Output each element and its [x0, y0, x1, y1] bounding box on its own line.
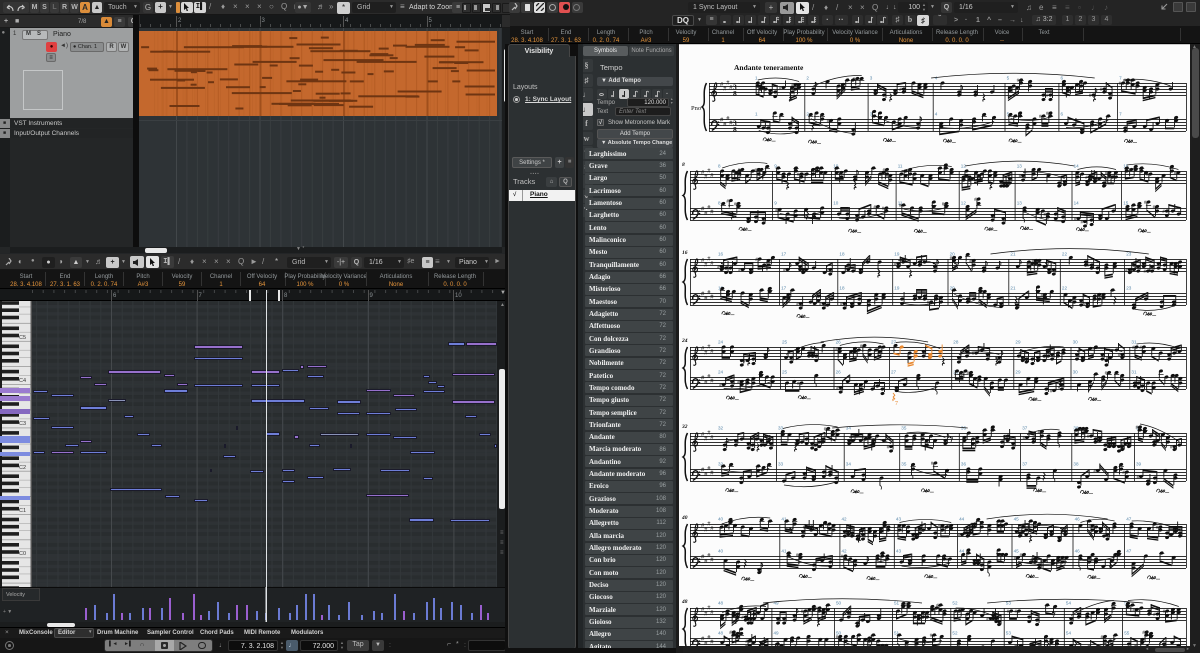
svg-text:32: 32 — [718, 426, 724, 431]
svg-text:35: 35 — [901, 426, 907, 431]
svg-text:25: 25 — [782, 370, 788, 375]
svg-text:46: 46 — [1075, 517, 1081, 522]
svg-text:8: 8 — [682, 162, 685, 168]
svg-text:53: 53 — [1006, 631, 1012, 636]
svg-text:21: 21 — [1010, 252, 1016, 257]
svg-text:52: 52 — [952, 631, 958, 636]
svg-text:39: 39 — [1136, 462, 1142, 467]
svg-text:28: 28 — [953, 340, 959, 345]
svg-text:55: 55 — [1124, 631, 1130, 636]
svg-text:8: 8 — [733, 89, 737, 98]
svg-text:21: 21 — [1010, 286, 1016, 291]
svg-text:43: 43 — [896, 549, 902, 554]
svg-text:17: 17 — [781, 286, 787, 291]
svg-text:16: 16 — [718, 252, 724, 257]
svg-text:35: 35 — [901, 462, 907, 467]
svg-text:30: 30 — [1073, 370, 1079, 375]
svg-text:34: 34 — [846, 462, 852, 467]
svg-text:43: 43 — [896, 517, 902, 522]
svg-text:26: 26 — [836, 340, 842, 345]
svg-text:19: 19 — [894, 286, 900, 291]
svg-text:7: 7 — [1119, 76, 1122, 81]
svg-text:44: 44 — [959, 549, 965, 554]
svg-text:2: 2 — [806, 76, 809, 81]
svg-text:29: 29 — [1015, 340, 1021, 345]
svg-text:37: 37 — [1022, 426, 1028, 431]
svg-text:27: 27 — [891, 340, 897, 345]
svg-text:47: 47 — [1126, 517, 1132, 522]
svg-text:42: 42 — [842, 517, 848, 522]
svg-text:48: 48 — [681, 599, 688, 605]
svg-text:37: 37 — [1022, 462, 1028, 467]
svg-text:51: 51 — [894, 601, 900, 606]
svg-text:54: 54 — [1066, 601, 1072, 606]
svg-text:29: 29 — [1015, 370, 1021, 375]
svg-text:45: 45 — [1014, 517, 1020, 522]
svg-text:46: 46 — [1075, 549, 1081, 554]
svg-text:44: 44 — [959, 517, 965, 522]
svg-text:7: 7 — [895, 401, 898, 407]
svg-text:41: 41 — [781, 549, 787, 554]
svg-text:50: 50 — [836, 601, 842, 606]
svg-text:48: 48 — [718, 631, 724, 636]
svg-text:33: 33 — [778, 426, 784, 431]
svg-text:8: 8 — [733, 125, 737, 134]
svg-text:6: 6 — [1061, 112, 1064, 117]
svg-text:3: 3 — [870, 76, 873, 81]
svg-text:52: 52 — [952, 601, 958, 606]
svg-text:54: 54 — [1066, 631, 1072, 636]
svg-text:48: 48 — [718, 601, 724, 606]
svg-text:31: 31 — [1131, 370, 1137, 375]
svg-text:26: 26 — [836, 370, 842, 375]
svg-text:6: 6 — [1061, 76, 1064, 81]
svg-text:5: 5 — [1007, 76, 1010, 81]
svg-text:8: 8 — [718, 164, 721, 169]
svg-text:14: 14 — [1074, 201, 1080, 206]
svg-text:24: 24 — [718, 370, 724, 375]
svg-text:Andante teneramente: Andante teneramente — [734, 63, 804, 72]
svg-text:30: 30 — [1073, 340, 1079, 345]
svg-text:13: 13 — [1017, 201, 1023, 206]
svg-text:10: 10 — [833, 201, 839, 206]
svg-text:42: 42 — [842, 549, 848, 554]
svg-text:45: 45 — [1014, 549, 1020, 554]
svg-text:47: 47 — [1126, 549, 1132, 554]
svg-text:33: 33 — [778, 462, 784, 467]
svg-text:7: 7 — [1119, 112, 1122, 117]
svg-text:1: 1 — [755, 112, 758, 117]
svg-text:23: 23 — [1126, 286, 1132, 291]
svg-text:24: 24 — [681, 338, 688, 344]
svg-text:18: 18 — [839, 286, 845, 291]
svg-text:49: 49 — [774, 631, 780, 636]
svg-text:15: 15 — [1123, 201, 1129, 206]
svg-text:16: 16 — [682, 250, 688, 256]
svg-text:40: 40 — [718, 549, 724, 554]
svg-text:18: 18 — [839, 252, 845, 257]
svg-text:19: 19 — [894, 252, 900, 257]
svg-text:11: 11 — [898, 164, 903, 169]
svg-text:36: 36 — [961, 462, 967, 467]
svg-text:31: 31 — [1131, 340, 1137, 345]
svg-text:17: 17 — [781, 252, 787, 257]
svg-text:23: 23 — [1126, 252, 1132, 257]
svg-text:27: 27 — [891, 370, 897, 375]
svg-text:24: 24 — [718, 340, 724, 345]
svg-text:40: 40 — [718, 517, 724, 522]
svg-text:1: 1 — [755, 76, 758, 81]
svg-text:Pno: Pno — [691, 105, 701, 112]
svg-text:38: 38 — [1073, 462, 1079, 467]
svg-text:4: 4 — [935, 112, 938, 117]
svg-text:32: 32 — [681, 424, 688, 430]
svg-text:14: 14 — [1074, 164, 1080, 169]
svg-text:8: 8 — [718, 201, 721, 206]
svg-text:22: 22 — [1062, 252, 1068, 257]
svg-text:4: 4 — [935, 76, 938, 81]
svg-text:22: 22 — [1062, 286, 1068, 291]
svg-text:12: 12 — [961, 201, 967, 206]
svg-text:25: 25 — [782, 340, 788, 345]
svg-text:40: 40 — [681, 515, 688, 521]
svg-text:9: 9 — [774, 201, 777, 206]
svg-text:13: 13 — [1017, 164, 1023, 169]
